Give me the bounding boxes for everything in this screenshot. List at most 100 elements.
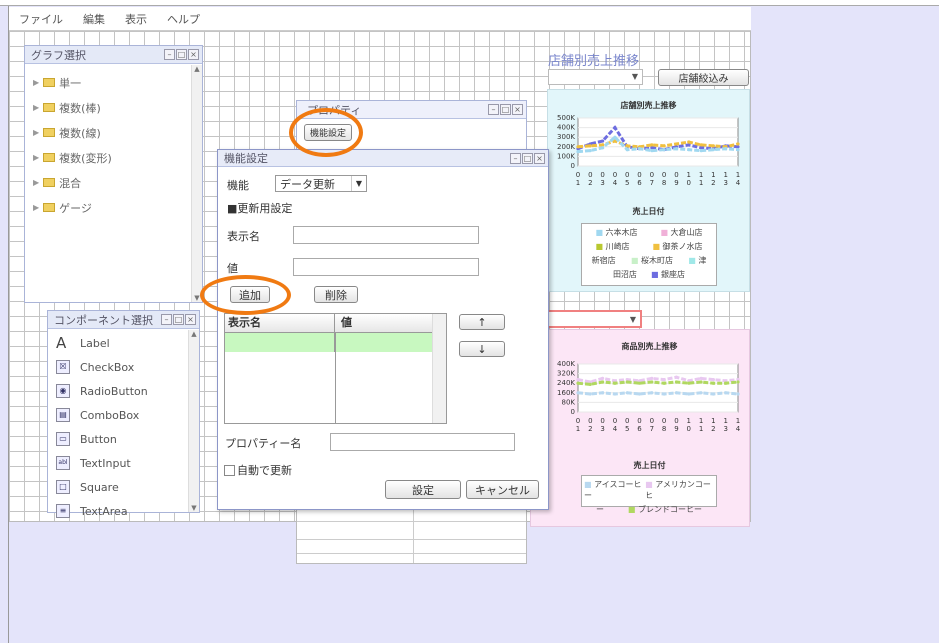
maximize-icon[interactable]: □ [500, 104, 511, 115]
scroll-up-icon[interactable]: ▲ [192, 65, 202, 73]
x-tick-label: 0 [650, 171, 654, 179]
textarea-icon: ≡ [56, 504, 70, 518]
chevron-down-icon[interactable]: ▼ [351, 176, 366, 191]
component-combobox[interactable]: ▤ ComboBox [48, 403, 199, 427]
folder-icon [43, 178, 56, 187]
cancel-button[interactable]: キャンセル [466, 480, 539, 499]
product-chart-title: 商品別売上推移 [621, 342, 678, 351]
x-tick-label: 1 [723, 171, 727, 179]
store-filter-button[interactable]: 店舗絞込み [658, 69, 749, 86]
data-point [662, 392, 666, 396]
legend-item: 田沼店 [612, 270, 637, 279]
data-point [674, 380, 679, 384]
scroll-down-icon[interactable]: ▼ [189, 504, 199, 512]
component-textinput[interactable]: abl TextInput [48, 451, 199, 475]
move-up-button[interactable]: ↑ [459, 314, 505, 330]
product-select[interactable]: ▼ [547, 310, 642, 328]
legend-item: ブレンドコーヒー [638, 505, 703, 514]
component-textarea[interactable]: ≡ TextArea [48, 499, 199, 523]
dialog-titlebar[interactable]: 機能設定 – □ × [218, 150, 548, 167]
expand-arrow-icon[interactable]: ▶ [33, 153, 39, 162]
menu-edit[interactable]: 編集 [83, 11, 105, 27]
x-tick-label: 2 [711, 425, 715, 433]
menu-help[interactable]: ヘルプ [167, 11, 200, 27]
expand-arrow-icon[interactable]: ▶ [33, 128, 39, 137]
x-tick-label: 1 [699, 171, 703, 179]
graph-panel-titlebar[interactable]: グラフ選択 – □ × [25, 46, 202, 64]
auto-update-checkbox[interactable]: 自動で更新 [224, 462, 292, 478]
tree-item-label: ゲージ [59, 201, 92, 215]
expand-arrow-icon[interactable]: ▶ [33, 103, 39, 112]
data-point [662, 148, 666, 152]
expand-arrow-icon[interactable]: ▶ [33, 78, 39, 87]
maximize-icon[interactable]: □ [522, 153, 533, 164]
tree-item-label: 複数(棒) [59, 101, 101, 115]
data-point [674, 391, 679, 395]
legend-item: 新宿店 [591, 256, 616, 265]
minimize-icon[interactable]: – [510, 153, 521, 164]
x-tick-label: 6 [637, 425, 642, 433]
y-tick-label: 0 [571, 162, 575, 170]
data-point [724, 381, 728, 385]
tree-item-single[interactable]: ▶ 単一 [25, 70, 202, 95]
minimize-icon[interactable]: – [161, 314, 172, 325]
table-scrollbar[interactable] [432, 314, 446, 423]
x-tick-label: 0 [600, 171, 604, 179]
x-tick-label: 0 [588, 417, 592, 425]
component-square[interactable]: □ Square [48, 475, 199, 499]
component-label[interactable]: A Label [48, 331, 199, 355]
x-tick-label: 1 [699, 179, 703, 187]
data-point [650, 143, 654, 147]
folder-icon [43, 78, 56, 87]
close-icon[interactable]: × [188, 49, 199, 60]
store-select[interactable]: ▼ [548, 69, 643, 85]
table-header[interactable]: 値 [335, 314, 430, 332]
ok-button[interactable]: 設定 [385, 480, 461, 499]
tree-item-mixed[interactable]: ▶ 混合 [25, 170, 202, 195]
x-tick-label: 1 [736, 417, 740, 425]
display-name-input[interactable] [293, 226, 479, 244]
tree-item-multi-variant[interactable]: ▶ 複数(変形) [25, 145, 202, 170]
component-checkbox[interactable]: ☒ CheckBox [48, 355, 199, 379]
expand-arrow-icon[interactable]: ▶ [33, 203, 39, 212]
x-tick-label: 0 [613, 171, 617, 179]
move-down-button[interactable]: ↓ [459, 341, 505, 357]
graph-panel-title: グラフ選択 [31, 48, 86, 62]
close-icon[interactable]: × [534, 153, 545, 164]
minimize-icon[interactable]: – [164, 49, 175, 60]
menu-file[interactable]: ファイル [19, 11, 63, 27]
scroll-up-icon[interactable]: ▲ [189, 330, 199, 338]
tree-item-multi-bar[interactable]: ▶ 複数(棒) [25, 95, 202, 120]
close-icon[interactable]: × [185, 314, 196, 325]
checkbox-icon[interactable] [224, 464, 235, 476]
close-icon[interactable]: × [512, 104, 523, 115]
data-point [724, 147, 728, 151]
value-label: 値 [227, 262, 238, 275]
graph-panel-scrollbar[interactable]: ▲ ▼ [191, 65, 202, 302]
x-tick-label: 0 [687, 425, 691, 433]
tree-item-multi-line[interactable]: ▶ 複数(線) [25, 120, 202, 145]
value-input[interactable] [293, 258, 479, 276]
table-header[interactable]: 表示名 [225, 314, 335, 332]
data-point [650, 376, 654, 380]
x-tick-label: 0 [674, 417, 678, 425]
x-tick-label: 1 [687, 417, 691, 425]
expand-arrow-icon[interactable]: ▶ [33, 178, 39, 187]
component-panel-scrollbar[interactable]: ▲ ▼ [188, 330, 199, 512]
property-name-input[interactable] [330, 433, 515, 451]
tree-item-gauge[interactable]: ▶ ゲージ [25, 195, 202, 220]
x-tick-label: 0 [650, 417, 654, 425]
component-radiobutton[interactable]: ◉ RadioButton [48, 379, 199, 403]
data-point [637, 392, 642, 396]
delete-button[interactable]: 削除 [314, 286, 358, 303]
data-point [736, 380, 740, 384]
component-button[interactable]: ▭ Button [48, 427, 199, 451]
component-panel-titlebar[interactable]: コンポーネント選択 – □ × [48, 311, 199, 329]
maximize-icon[interactable]: □ [176, 49, 187, 60]
menu-view[interactable]: 表示 [125, 11, 147, 27]
minimize-icon[interactable]: – [488, 104, 499, 115]
function-select[interactable]: データ更新 ▼ [275, 175, 367, 192]
maximize-icon[interactable]: □ [173, 314, 184, 325]
display-name-label: 表示名 [227, 230, 260, 243]
y-tick-label: 500K [557, 114, 575, 122]
